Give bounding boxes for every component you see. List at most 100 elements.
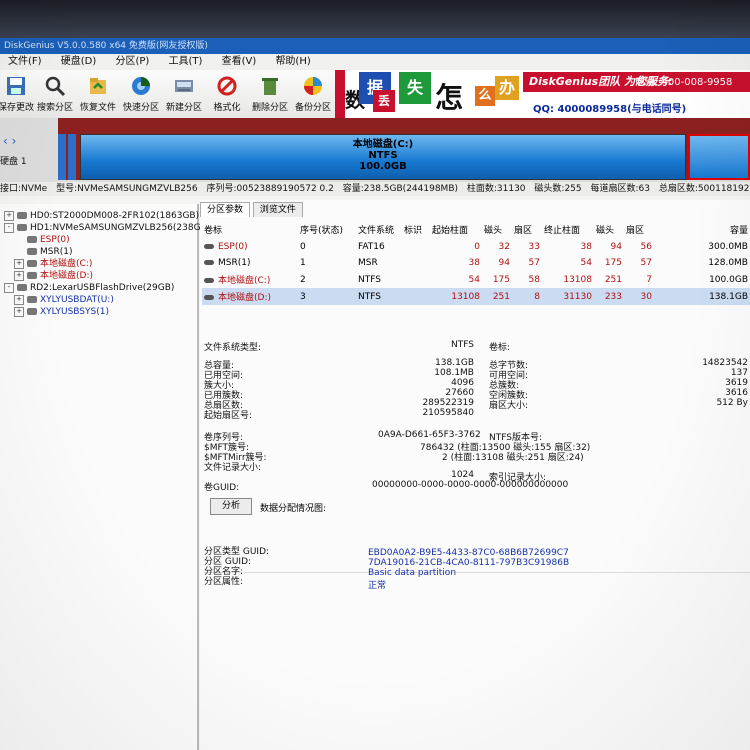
expand-icon[interactable]: +	[14, 258, 24, 269]
fs-guid-value: 00000000-0000-0000-0000-000000000000	[372, 480, 569, 490]
backup-partition-label: 备份分区	[294, 103, 331, 113]
tree-item[interactable]: - HD1:NVMeSAMSUNGMZVLB256(238GB)	[4, 222, 210, 234]
tree-item-label: RD2:LexarUSBFlashDrive(29GB)	[30, 283, 175, 293]
partition-icon	[27, 260, 37, 267]
table-cell: MSR	[358, 258, 378, 268]
collapse-icon[interactable]: -	[4, 282, 14, 293]
disk-total-sectors: 总扇区数:500118192	[658, 184, 750, 194]
table-cell: ESP(0)	[202, 239, 298, 255]
fs-free-clusters-value: 3616	[725, 388, 748, 398]
table-row[interactable]: 本地磁盘(D:) 3 NTFS 13108 251 8 31130 233 30 138.1GB	[202, 288, 750, 305]
partition-segment-c[interactable]: 本地磁盘(C:) NTFS 100.0GB	[80, 134, 686, 180]
partition-attr-label: 分区属性:	[204, 577, 244, 587]
fs-start-sector-value: 210595840	[422, 408, 474, 418]
tree-item[interactable]: + HD0:ST2000DM008-2FR102(1863GB)	[4, 210, 199, 222]
partition-icon	[27, 308, 37, 315]
tree-item[interactable]: + XYLYUSBSYS(1)	[14, 306, 109, 318]
tree-item[interactable]: + 本地磁盘(C:)	[14, 258, 92, 270]
backup-partition-button[interactable]: 备份分区	[291, 72, 335, 116]
table-cell: 175	[492, 274, 510, 285]
search-partition-label: 搜索分区	[36, 103, 73, 113]
recover-files-button[interactable]: 恢复文件	[76, 72, 120, 116]
partition-segment-esp[interactable]	[58, 134, 66, 180]
table-cell: 100.0GB	[709, 274, 748, 285]
col-start-cyl: 起始柱面	[432, 226, 469, 236]
expand-icon[interactable]: +	[14, 294, 24, 305]
col-filesystem: 文件系统	[358, 226, 395, 236]
expand-icon[interactable]: +	[4, 210, 14, 221]
table-cell: 8	[512, 288, 542, 305]
fs-record-size-value: 1024	[451, 470, 474, 480]
disk-capacity: 容量:238.5GB(244198MB)	[342, 184, 458, 194]
fs-type-label: 文件系统类型:	[204, 343, 262, 353]
segment-size: 100.0GB	[359, 161, 407, 172]
table-cell: 138.1GB	[654, 288, 750, 305]
format-icon	[217, 76, 237, 96]
menu-file[interactable]: 文件(F)	[0, 54, 50, 70]
partition-icon	[204, 295, 214, 300]
quick-partition-icon	[132, 77, 150, 95]
partition-attr-value: 正常	[368, 581, 387, 591]
partition-segment-msr[interactable]	[68, 134, 76, 180]
partition-segment-d[interactable]	[688, 134, 750, 180]
table-cell: 57	[528, 258, 540, 268]
fs-total-clusters-value: 3619	[725, 378, 748, 388]
menu-view[interactable]: 查看(V)	[214, 54, 265, 70]
col-start-sector: 扇区	[514, 226, 533, 236]
table-cell	[402, 288, 430, 305]
new-partition-button[interactable]: 新建分区	[162, 72, 206, 116]
tree-item[interactable]: + 本地磁盘(D:)	[14, 270, 93, 282]
menu-tools[interactable]: 工具(T)	[160, 54, 210, 70]
fs-total-bytes-value: 14823542	[702, 358, 748, 368]
quick-partition-label: 快速分区	[122, 103, 159, 113]
menu-help[interactable]: 帮助(H)	[267, 54, 318, 70]
delete-partition-button[interactable]: 删除分区	[248, 72, 292, 116]
table-row[interactable]: ESP(0) 0 FAT16 0 32 33 38 94 56 300.0MB	[202, 239, 750, 255]
ad-banner[interactable]: 数 据 丢 失 怎 么 办 DiskGenius团队 为您服务: 电话: 400…	[335, 70, 750, 118]
format-button[interactable]: 格式化	[205, 72, 249, 116]
fs-cluster-value: 4096	[451, 378, 474, 388]
tree-item-label: HD1:NVMeSAMSUNGMZVLB256(238GB)	[30, 223, 211, 233]
disk-model: 型号:NVMeSAMSUNGMZVLB256	[56, 184, 198, 194]
screen: DiskGenius V5.0.0.580 x64 免费版(网友授权版) 文件(…	[0, 0, 750, 750]
fs-sector-size-value: 512 By	[716, 398, 748, 408]
tree-item[interactable]: MSR(1)	[14, 246, 72, 258]
tree-item[interactable]: + XYLYUSBDAT(U:)	[14, 294, 114, 306]
disk-nav-arrows[interactable]: ‹ ›	[3, 134, 16, 148]
table-row[interactable]: MSR(1) 1 MSR 38 94 57 54 175 57 128.0MB	[202, 255, 750, 271]
fs-guid-label: 卷GUID:	[204, 483, 240, 493]
new-partition-label: 新建分区	[165, 103, 202, 113]
banner-qq: QQ: 4000089958(与电话同号)	[533, 104, 687, 115]
table-cell: MSR(1)	[202, 255, 298, 271]
tree-item[interactable]: ESP(0)	[14, 234, 70, 246]
fs-total-sectors-value: 289522319	[422, 398, 474, 408]
segment-fs: NTFS	[368, 150, 398, 161]
table-cell: 94	[498, 258, 510, 268]
tab-browse-files[interactable]: 浏览文件	[252, 202, 303, 217]
tree-item-label: XYLYUSBSYS(1)	[40, 307, 109, 317]
quick-partition-button[interactable]: 快速分区	[119, 72, 163, 116]
expand-icon[interactable]: +	[14, 270, 24, 281]
table-cell	[402, 255, 430, 271]
search-partition-button[interactable]: 搜索分区	[33, 72, 77, 116]
tab-strip: 分区参数 浏览文件	[200, 202, 303, 217]
backup-icon	[304, 77, 322, 95]
tab-partition-params[interactable]: 分区参数	[200, 202, 251, 217]
menu-partition[interactable]: 分区(P)	[107, 54, 157, 70]
table-cell: 30	[624, 288, 654, 305]
collapse-icon[interactable]: -	[4, 222, 14, 233]
menu-disk[interactable]: 硬盘(D)	[53, 54, 105, 70]
tree-item-label: 本地磁盘(D:)	[40, 271, 93, 281]
disk-map: ‹ › 硬盘 1 本地磁盘(C:) NTFS 100.0GB	[0, 118, 750, 182]
partition-guid-value: 7DA19016-21CB-4CA0-8111-797B3C91986B	[368, 558, 570, 568]
table-row[interactable]: 本地磁盘(C:) 2 NTFS 54 175 58 13108 251 7 100.0GB	[202, 271, 750, 288]
analyze-button[interactable]: 分析	[210, 498, 252, 515]
table-cell: 31130	[542, 288, 594, 305]
tree-item[interactable]: - RD2:LexarUSBFlashDrive(29GB)	[4, 282, 174, 294]
expand-icon[interactable]: +	[14, 306, 24, 317]
detail-panel: 分区参数 浏览文件 卷标 序号(状态) 文件系统 标识 起始柱面 磁头 扇区 终…	[200, 200, 750, 750]
allocation-map-label: 数据分配情况图:	[260, 504, 327, 514]
disk-info-bar: 接口:NVMe 型号:NVMeSAMSUNGMZVLB256 序列号:00523…	[0, 182, 750, 196]
segment-name: 本地磁盘(C:)	[352, 139, 414, 150]
table-header-row: 卷标 序号(状态) 文件系统 标识 起始柱面 磁头 扇区 终止柱面 磁头 扇区 …	[202, 220, 750, 239]
